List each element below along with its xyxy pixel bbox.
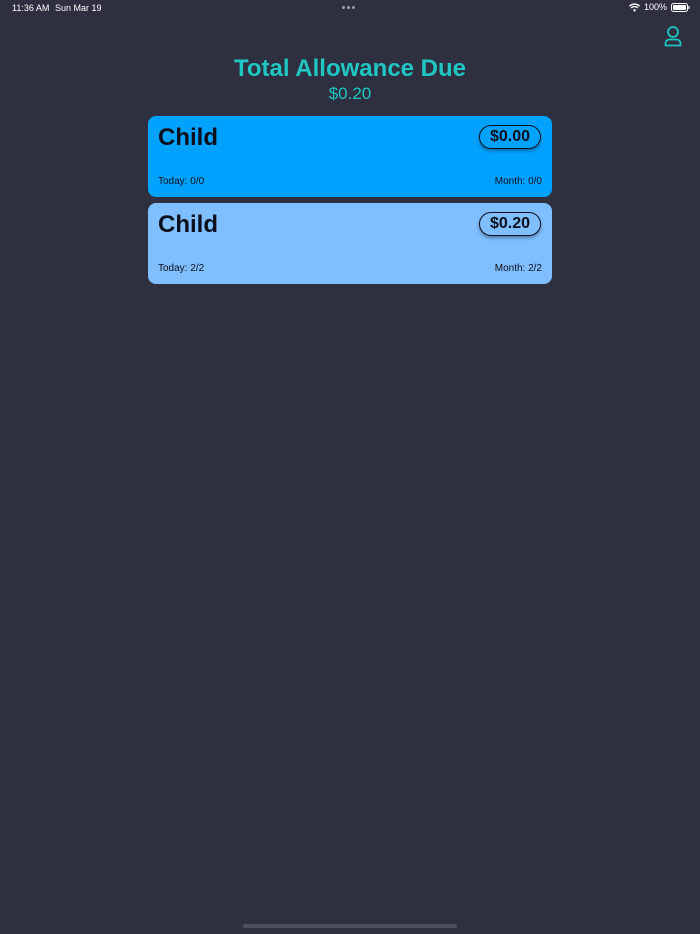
today-progress: Today: 2/2 xyxy=(158,263,205,274)
child-amount-badge[interactable]: $0.20 xyxy=(478,212,541,236)
battery-icon xyxy=(671,2,690,12)
status-bar: 11:36 AM Sun Mar 19 100% xyxy=(0,0,700,18)
status-indicators: 100% xyxy=(628,2,690,12)
child-card[interactable]: Child $0.20 Today: 2/2 Month: 2/2 xyxy=(148,203,552,284)
wifi-icon xyxy=(628,2,640,12)
status-date: Sun Mar 19 xyxy=(55,3,102,13)
child-amount-badge[interactable]: $0.00 xyxy=(478,125,541,149)
profile-button[interactable] xyxy=(662,25,684,47)
home-indicator[interactable] xyxy=(243,924,457,928)
month-progress: Month: 2/2 xyxy=(494,263,542,274)
total-allowance-amount: $0.20 xyxy=(328,84,372,103)
child-name: Child xyxy=(158,211,218,238)
today-progress: Today: 0/0 xyxy=(158,176,205,187)
allowance-header: Total Allowance Due $0.20 xyxy=(0,54,700,104)
child-name: Child xyxy=(158,124,218,151)
month-progress: Month: 0/0 xyxy=(494,176,542,187)
child-card[interactable]: Child $0.00 Today: 0/0 Month: 0/0 xyxy=(148,116,552,197)
person-icon xyxy=(662,26,684,51)
battery-percent: 100% xyxy=(643,2,667,12)
multitasking-dots-icon[interactable] xyxy=(342,6,355,9)
status-time: 11:36 AM xyxy=(12,3,50,13)
page-title: Total Allowance Due xyxy=(233,55,467,82)
